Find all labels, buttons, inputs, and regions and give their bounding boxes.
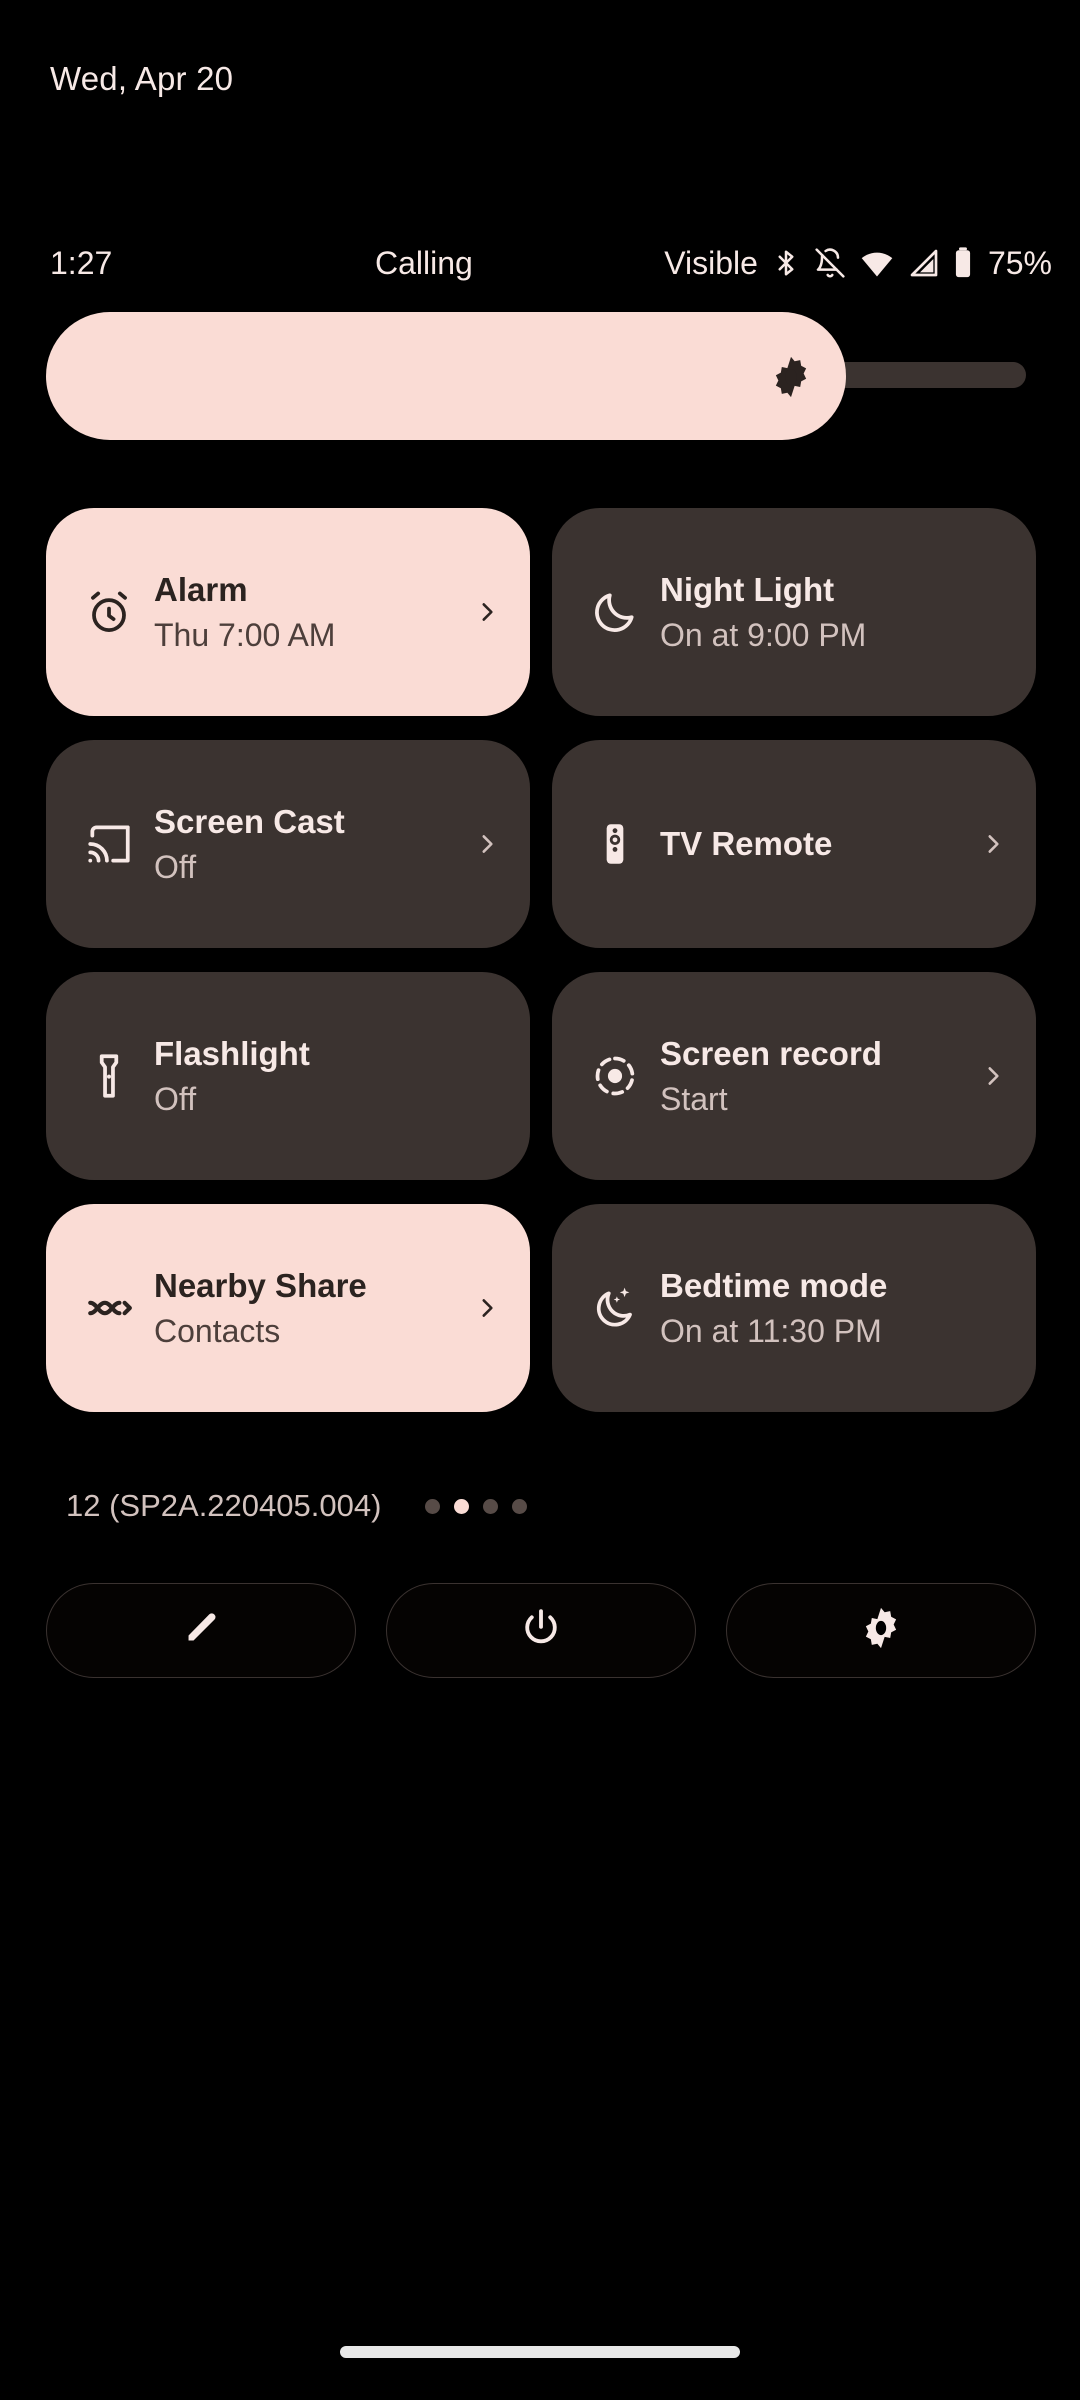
cellular-signal-icon bbox=[908, 246, 940, 280]
bedtime-icon bbox=[586, 1283, 644, 1333]
brightness-fill[interactable] bbox=[46, 312, 846, 440]
cast-icon bbox=[80, 819, 138, 869]
battery-percent-label: 75% bbox=[987, 244, 1052, 281]
tile-tv-remote-text: TV Remote bbox=[660, 823, 976, 864]
status-bar: 1:27 Calling Visible 75% bbox=[0, 232, 1080, 294]
home-indicator[interactable] bbox=[340, 2346, 740, 2358]
tile-label: Bedtime mode bbox=[660, 1267, 888, 1305]
tile-night-light-text: Night Light On at 9:00 PM bbox=[660, 569, 1010, 654]
tile-screen-record[interactable]: Screen record Start bbox=[552, 972, 1036, 1180]
tile-sublabel: Off bbox=[154, 1080, 197, 1117]
tile-label: Night Light bbox=[660, 571, 835, 609]
tile-sublabel: On at 9:00 PM bbox=[660, 616, 867, 653]
tile-sublabel: Off bbox=[154, 848, 197, 885]
brightness-icon bbox=[768, 354, 814, 405]
edit-button[interactable] bbox=[46, 1583, 356, 1678]
status-icons-group: Visible 75% bbox=[664, 245, 1052, 282]
tile-screen-record-text: Screen record Start bbox=[660, 1033, 976, 1118]
brightness-slider[interactable] bbox=[46, 312, 1036, 440]
chevron-right-icon[interactable] bbox=[470, 599, 504, 625]
flashlight-icon bbox=[80, 1051, 138, 1101]
tile-sublabel: Contacts bbox=[154, 1312, 281, 1349]
tile-nearby-share[interactable]: Nearby Share Contacts bbox=[46, 1204, 530, 1412]
tile-sublabel: Thu 7:00 AM bbox=[154, 616, 336, 653]
chevron-right-icon[interactable] bbox=[470, 1295, 504, 1321]
tile-label: TV Remote bbox=[660, 825, 833, 863]
footer-row: 12 (SP2A.220405.004) bbox=[66, 1488, 528, 1524]
battery-icon bbox=[953, 246, 973, 280]
tile-bedtime-mode-text: Bedtime mode On at 11:30 PM bbox=[660, 1265, 1010, 1350]
notifications-muted-icon bbox=[814, 246, 846, 280]
page-dot[interactable] bbox=[425, 1498, 441, 1514]
page-dot-active[interactable] bbox=[454, 1498, 470, 1514]
quick-settings-tiles: Alarm Thu 7:00 AM Night Light On at 9:00… bbox=[46, 508, 1036, 1412]
screen-record-icon bbox=[586, 1051, 644, 1101]
chevron-right-icon[interactable] bbox=[976, 1063, 1010, 1089]
page-dot[interactable] bbox=[483, 1498, 499, 1514]
page-indicator bbox=[425, 1498, 528, 1514]
tile-sublabel: On at 11:30 PM bbox=[660, 1312, 882, 1349]
tile-sublabel: Start bbox=[660, 1080, 728, 1117]
tile-tv-remote[interactable]: TV Remote bbox=[552, 740, 1036, 948]
pencil-icon bbox=[178, 1605, 224, 1656]
tile-label: Nearby Share bbox=[154, 1267, 367, 1305]
bluetooth-icon bbox=[771, 246, 801, 280]
tile-flashlight-text: Flashlight Off bbox=[154, 1033, 504, 1118]
tile-label: Flashlight bbox=[154, 1035, 310, 1073]
tile-nearby-share-text: Nearby Share Contacts bbox=[154, 1265, 470, 1350]
power-button[interactable] bbox=[386, 1583, 696, 1678]
wifi-icon bbox=[859, 246, 895, 280]
date-header: Wed, Apr 20 bbox=[50, 60, 234, 97]
tile-flashlight[interactable]: Flashlight Off bbox=[46, 972, 530, 1180]
quick-settings-screen: Wed, Apr 20 1:27 Calling Visible 75% Ala… bbox=[0, 0, 1080, 2400]
tile-label: Screen record bbox=[660, 1035, 882, 1073]
tile-screen-cast-text: Screen Cast Off bbox=[154, 801, 470, 886]
carrier-label: Visible bbox=[664, 244, 758, 281]
tile-label: Alarm bbox=[154, 571, 248, 609]
nearby-share-icon bbox=[80, 1283, 138, 1333]
build-version-label: 12 (SP2A.220405.004) bbox=[66, 1488, 382, 1523]
page-dot[interactable] bbox=[512, 1498, 528, 1514]
alarm-icon bbox=[80, 587, 138, 637]
tile-bedtime-mode[interactable]: Bedtime mode On at 11:30 PM bbox=[552, 1204, 1036, 1412]
tile-alarm[interactable]: Alarm Thu 7:00 AM bbox=[46, 508, 530, 716]
tile-alarm-text: Alarm Thu 7:00 AM bbox=[154, 569, 470, 654]
moon-icon bbox=[586, 587, 644, 637]
bottom-action-buttons bbox=[46, 1583, 1036, 1678]
tile-screen-cast[interactable]: Screen Cast Off bbox=[46, 740, 530, 948]
gear-icon bbox=[858, 1605, 904, 1656]
status-clock: 1:27 bbox=[50, 244, 113, 281]
tv-remote-icon bbox=[586, 819, 644, 869]
chevron-right-icon[interactable] bbox=[470, 831, 504, 857]
tile-label: Screen Cast bbox=[154, 803, 345, 841]
settings-button[interactable] bbox=[726, 1583, 1036, 1678]
calling-status-label: Calling bbox=[375, 244, 473, 281]
chevron-right-icon[interactable] bbox=[976, 831, 1010, 857]
tile-night-light[interactable]: Night Light On at 9:00 PM bbox=[552, 508, 1036, 716]
power-icon bbox=[518, 1605, 564, 1656]
